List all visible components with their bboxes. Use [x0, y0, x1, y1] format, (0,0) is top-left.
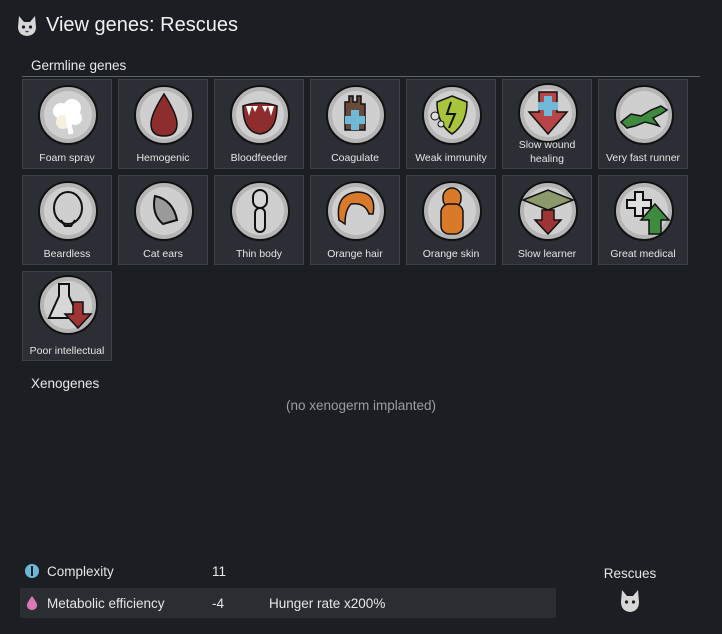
gene-label: Slow learner — [517, 248, 577, 260]
gene-tile-coagulate[interactable]: Coagulate — [310, 79, 400, 169]
gene-label: Foam spray — [39, 152, 95, 164]
stat-value: -4 — [212, 595, 225, 611]
running-animal-icon — [614, 85, 674, 145]
stat-value: 11 — [212, 563, 227, 579]
flask-down-arrow-icon — [38, 275, 98, 335]
medical-cross-down-arrow-icon — [518, 83, 578, 143]
gene-label: Slow wound healing — [518, 139, 576, 165]
gene-tile-orange-skin[interactable]: Orange skin — [406, 175, 496, 265]
gene-label: Poor intellectual — [29, 345, 105, 357]
gene-tile-hemogenic[interactable]: Hemogenic — [118, 79, 208, 169]
stat-row-complexity: Complexity 11 — [20, 556, 556, 586]
blood-drop-icon — [134, 85, 194, 145]
gene-label: Beardless — [43, 248, 91, 260]
gene-label: Orange skin — [422, 248, 480, 260]
germline-heading: Germline genes — [31, 58, 127, 73]
gene-tile-weak-immunity[interactable]: Weak immunity — [406, 79, 496, 169]
section-divider — [22, 76, 700, 77]
gene-label: Very fast runner — [605, 152, 681, 164]
cat-head-icon[interactable] — [619, 589, 641, 613]
window-title: View genes: Rescues — [46, 14, 238, 36]
gene-label: Weak immunity — [415, 152, 487, 164]
gene-label: Great medical — [610, 248, 676, 260]
gene-label: Coagulate — [331, 152, 379, 164]
stat-name: Complexity — [47, 563, 114, 579]
gene-tile-thin-body[interactable]: Thin body — [214, 175, 304, 265]
window-title-bar: View genes: Rescues — [16, 14, 238, 37]
gene-tile-orange-hair[interactable]: Orange hair — [310, 175, 400, 265]
cat-head-icon — [18, 15, 36, 36]
bald-head-icon — [38, 181, 98, 241]
gene-tile-foam-spray[interactable]: Foam spray — [22, 79, 112, 169]
gene-tile-poor-intellectual[interactable]: Poor intellectual — [22, 271, 112, 361]
graduation-cap-down-arrow-icon — [518, 181, 578, 241]
medical-cross-up-arrow-icon — [614, 181, 674, 241]
xenotype-name: Rescues — [603, 566, 657, 581]
orange-hair-icon — [326, 181, 386, 241]
glove-medical-cross-icon — [326, 85, 386, 145]
foam-spray-icon — [38, 85, 98, 145]
gene-tile-slow-wound-healing[interactable]: Slow wound healing — [502, 79, 592, 169]
complexity-icon — [25, 564, 39, 578]
fanged-mouth-icon — [230, 85, 290, 145]
thin-body-icon — [230, 181, 290, 241]
cracked-shield-virus-icon — [422, 85, 482, 145]
gene-tile-bloodfeeder[interactable]: Bloodfeeder — [214, 79, 304, 169]
xenogenes-heading: Xenogenes — [31, 376, 100, 391]
stat-row-metabolic-efficiency: Metabolic efficiency -4 Hunger rate x200… — [20, 588, 556, 618]
xenotype-panel: Rescues — [590, 566, 670, 617]
gene-tile-beardless[interactable]: Beardless — [22, 175, 112, 265]
gene-label: Hemogenic — [136, 152, 190, 164]
xenogenes-empty-text: (no xenogerm implanted) — [285, 398, 437, 413]
stat-note: Hunger rate x200% — [269, 595, 386, 611]
gene-label: Thin body — [235, 248, 283, 260]
gene-label: Orange hair — [327, 248, 383, 260]
gene-tile-slow-learner[interactable]: Slow learner — [502, 175, 592, 265]
gene-label: Cat ears — [143, 248, 183, 260]
gene-label: Bloodfeeder — [230, 152, 288, 164]
cat-ear-icon — [134, 181, 194, 241]
stat-name: Metabolic efficiency — [47, 595, 165, 611]
orange-body-icon — [422, 181, 482, 241]
metabolism-drop-icon — [26, 596, 38, 610]
gene-tile-great-medical[interactable]: Great medical — [598, 175, 688, 265]
gene-tile-very-fast-runner[interactable]: Very fast runner — [598, 79, 688, 169]
gene-tile-cat-ears[interactable]: Cat ears — [118, 175, 208, 265]
